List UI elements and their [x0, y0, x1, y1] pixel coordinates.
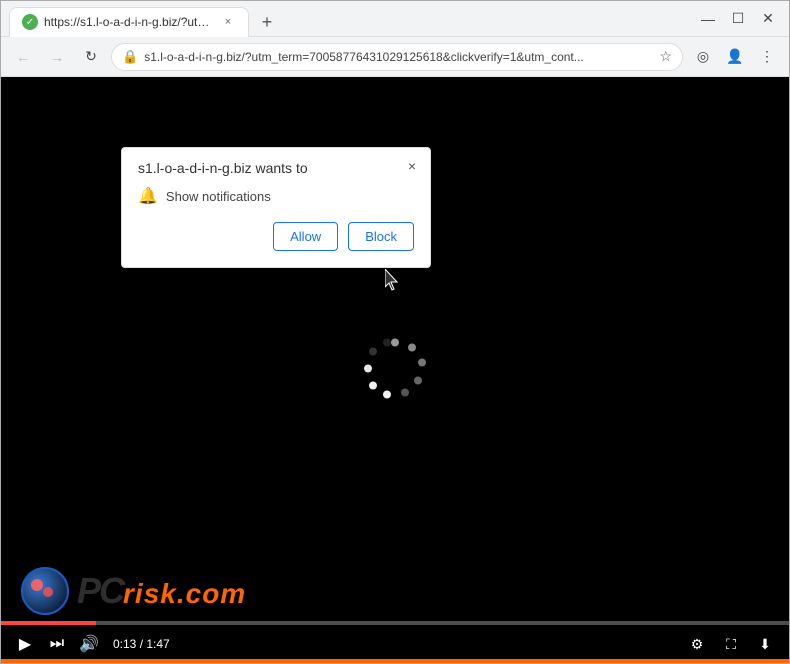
- tab-bar: ✓ https://s1.l-o-a-d-i-n-g.biz/?utm... ×…: [9, 1, 687, 37]
- permission-text: Show notifications: [166, 189, 271, 204]
- url-bar[interactable]: 🔒 s1.l-o-a-d-i-n-g.biz/?utm_term=7005877…: [111, 43, 683, 71]
- settings-button[interactable]: ⚙: [685, 632, 709, 656]
- minimize-button[interactable]: —: [695, 6, 721, 32]
- dialog-title: s1.l-o-a-d-i-n-g.biz wants to: [138, 160, 414, 176]
- address-bar: ← → ↻ 🔒 s1.l-o-a-d-i-n-g.biz/?utm_term=7…: [1, 37, 789, 77]
- spinner-svg: [360, 333, 430, 403]
- skip-button[interactable]: ⏭: [45, 632, 69, 656]
- lock-icon: 🔒: [122, 49, 138, 65]
- download-button[interactable]: ⬇: [753, 632, 777, 656]
- allow-button[interactable]: Allow: [273, 222, 338, 251]
- tab-close-button[interactable]: ×: [220, 14, 236, 30]
- window-controls: — ☐ ✕: [695, 6, 781, 32]
- orange-bottom-bar: [1, 659, 789, 663]
- maximize-button[interactable]: ☐: [725, 6, 751, 32]
- tab-favicon: ✓: [22, 14, 38, 30]
- dialog-close-button[interactable]: ×: [402, 156, 422, 176]
- url-text: s1.l-o-a-d-i-n-g.biz/?utm_term=700587764…: [144, 50, 653, 64]
- video-right-controls: ⚙ ⛶ ⬇: [685, 632, 777, 656]
- active-tab[interactable]: ✓ https://s1.l-o-a-d-i-n-g.biz/?utm... ×: [9, 7, 249, 37]
- pcrisk-ball-icon: [21, 567, 69, 615]
- new-tab-button[interactable]: +: [253, 9, 281, 37]
- play-button[interactable]: ▶: [13, 632, 37, 656]
- reload-button[interactable]: ↻: [77, 43, 105, 71]
- pcrisk-logo: PCrisk.com: [21, 567, 246, 615]
- extensions-button[interactable]: ◎: [689, 43, 717, 71]
- bookmark-icon[interactable]: ☆: [659, 48, 672, 65]
- bell-icon: 🔔: [138, 186, 158, 206]
- loading-spinner: [360, 333, 430, 408]
- close-button[interactable]: ✕: [755, 6, 781, 32]
- title-bar: ✓ https://s1.l-o-a-d-i-n-g.biz/?utm... ×…: [1, 1, 789, 37]
- dialog-buttons: Allow Block: [138, 222, 414, 251]
- volume-button[interactable]: 🔊: [77, 632, 101, 656]
- browser-window: ✓ https://s1.l-o-a-d-i-n-g.biz/?utm... ×…: [0, 0, 790, 664]
- block-button[interactable]: Block: [348, 222, 414, 251]
- dialog-permission: 🔔 Show notifications: [138, 186, 414, 206]
- back-button[interactable]: ←: [9, 43, 37, 71]
- pcrisk-pc-text: PC: [77, 570, 123, 611]
- tab-title: https://s1.l-o-a-d-i-n-g.biz/?utm...: [44, 15, 214, 29]
- pcrisk-risk-text: risk.com: [123, 578, 246, 609]
- content-area: × s1.l-o-a-d-i-n-g.biz wants to 🔔 Show n…: [1, 77, 789, 663]
- forward-button[interactable]: →: [43, 43, 71, 71]
- fullscreen-button[interactable]: ⛶: [719, 632, 743, 656]
- profile-button[interactable]: 👤: [721, 43, 749, 71]
- pcrisk-text-container: PCrisk.com: [77, 570, 246, 612]
- address-right-controls: ◎ 👤 ⋮: [689, 43, 781, 71]
- video-time: 0:13 / 1:47: [113, 637, 170, 651]
- cursor: [385, 269, 401, 296]
- notification-dialog: × s1.l-o-a-d-i-n-g.biz wants to 🔔 Show n…: [121, 147, 431, 268]
- menu-button[interactable]: ⋮: [753, 43, 781, 71]
- video-controls: ▶ ⏭ 🔊 0:13 / 1:47 ⚙ ⛶ ⬇: [1, 625, 789, 663]
